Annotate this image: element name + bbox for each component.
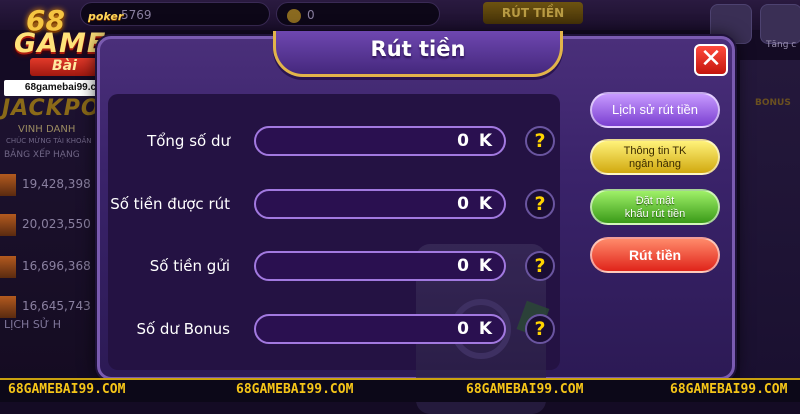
bank-info-line1: Thông tin TK bbox=[623, 145, 687, 157]
withdraw-dialog: Tổng số dư 0 K ? Số tiền được rút 0 K ? … bbox=[97, 31, 735, 414]
avatar bbox=[0, 256, 16, 278]
coin-pill: 0 bbox=[276, 2, 440, 26]
avatar bbox=[0, 174, 16, 196]
bonus-label: BONUS bbox=[755, 98, 791, 108]
avatar bbox=[0, 296, 16, 318]
logo-bai: Bài bbox=[52, 58, 77, 74]
help-icon[interactable]: ? bbox=[525, 314, 555, 344]
congrats-text: CHÚC MỪNG TÀI KHOẢN bbox=[6, 137, 92, 145]
leaderboard-row: 16,645,743 bbox=[0, 296, 112, 318]
watermark-text: 68GAMEBAI99.COM bbox=[670, 382, 788, 397]
watermark-text: 68GAMEBAI99.COM bbox=[8, 382, 126, 397]
dialog-title-tab: Rút tiền bbox=[273, 31, 563, 77]
withdraw-button[interactable]: Rút tiền bbox=[590, 237, 720, 273]
withdraw-history-button[interactable]: Lịch sử rút tiền bbox=[590, 92, 720, 128]
coin-icon bbox=[287, 8, 301, 23]
vinh-danh-heading: VINH DANH bbox=[18, 124, 76, 135]
logo-poker: poker bbox=[88, 10, 124, 23]
leaderboard-value: 19,428,398 bbox=[22, 177, 91, 191]
gift-icon bbox=[760, 4, 800, 44]
dialog-content-panel: Tổng số dư 0 K ? Số tiền được rút 0 K ? … bbox=[108, 94, 560, 414]
withdrawable-label: Số tiền được rút bbox=[110, 195, 230, 213]
help-icon[interactable]: ? bbox=[525, 189, 555, 219]
coin-value: 0 bbox=[307, 8, 315, 22]
total-balance-value: 0 K bbox=[457, 131, 494, 151]
bank-info-line2: ngân hàng bbox=[629, 158, 681, 170]
leaderboard-heading: BẢNG XẾP HẠNG bbox=[4, 150, 80, 160]
help-icon[interactable]: ? bbox=[525, 251, 555, 281]
side-label: Tăng c bbox=[766, 40, 797, 50]
leaderboard-value: 16,696,368 bbox=[22, 259, 91, 273]
dialog-title: Rút tiền bbox=[370, 37, 466, 61]
bonus-balance-label: Số dư Bonus bbox=[136, 320, 230, 338]
help-icon[interactable]: ? bbox=[525, 126, 555, 156]
lobby-left-panel: JACKPOT VINH DANH CHÚC MỪNG TÀI KHOẢN BẢ… bbox=[0, 90, 116, 380]
total-balance-label: Tổng số dư bbox=[147, 132, 230, 150]
password-line1: Đặt mật bbox=[635, 195, 675, 207]
deposit-value: 0 K bbox=[457, 256, 494, 276]
total-balance-field: 0 K bbox=[254, 126, 506, 156]
bonus-balance-field: 0 K bbox=[254, 314, 506, 344]
leaderboard-row: 19,428,398 bbox=[0, 174, 112, 196]
withdrawable-field: 0 K bbox=[254, 189, 506, 219]
watermark-text: 68GAMEBAI99.COM bbox=[466, 382, 584, 397]
lobby-withdraw-tab: RÚT TIỀN bbox=[483, 2, 583, 24]
leaderboard-row: 16,696,368 bbox=[0, 256, 112, 278]
avatar bbox=[0, 214, 16, 236]
set-withdraw-password-button[interactable]: Đặt mật khẩu rút tiền bbox=[590, 189, 720, 225]
bonus-balance-value: 0 K bbox=[457, 319, 494, 339]
leaderboard-value: 16,645,743 bbox=[22, 299, 91, 313]
withdrawable-value: 0 K bbox=[457, 194, 494, 214]
close-icon[interactable]: ✕ bbox=[694, 44, 728, 76]
lobby-right-panel bbox=[740, 60, 800, 380]
deposit-label: Số tiền gửi bbox=[149, 257, 230, 275]
password-line2: khẩu rút tiền bbox=[624, 208, 686, 220]
watermark-text: 68GAMEBAI99.COM bbox=[236, 382, 354, 397]
watermark-strip: 68GAMEBAI99.COM 68GAMEBAI99.COM 68GAMEBA… bbox=[0, 378, 800, 402]
leaderboard-row: 20,023,550 bbox=[0, 214, 112, 236]
history-link: LỊCH SỬ H bbox=[4, 318, 62, 331]
deposit-field: 0 K bbox=[254, 251, 506, 281]
logo-game: GAME bbox=[14, 28, 107, 59]
bank-info-button[interactable]: Thông tin TK ngân hàng bbox=[590, 139, 720, 175]
leaderboard-value: 20,023,550 bbox=[22, 217, 91, 231]
